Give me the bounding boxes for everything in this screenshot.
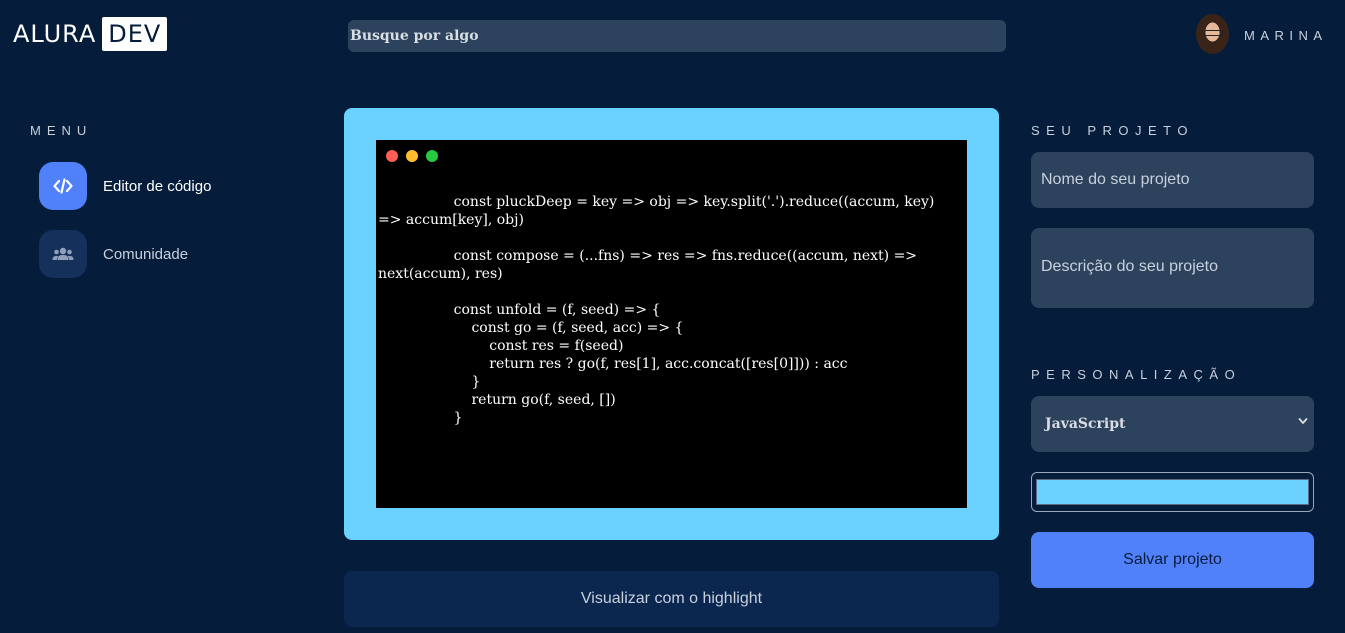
- color-swatch: [1036, 479, 1309, 505]
- username[interactable]: MARINA: [1244, 28, 1328, 43]
- window-controls: [386, 150, 438, 162]
- close-dot-icon: [386, 150, 398, 162]
- logo-badge: DEV: [102, 17, 168, 51]
- project-description-input[interactable]: [1031, 228, 1314, 308]
- language-select[interactable]: JavaScript: [1031, 396, 1314, 452]
- color-picker[interactable]: [1031, 472, 1314, 512]
- users-icon: [39, 230, 87, 278]
- logo[interactable]: ALURA DEV: [13, 17, 168, 51]
- menu-item-label: Editor de código: [103, 177, 212, 195]
- highlight-button[interactable]: Visualizar com o highlight: [344, 571, 999, 627]
- project-name-input[interactable]: [1031, 152, 1314, 208]
- search-input[interactable]: [348, 20, 1006, 52]
- code-editor[interactable]: const pluckDeep = key => obj => key.spli…: [376, 140, 967, 508]
- customization-section-title: PERSONALIZAÇÃO: [1031, 367, 1242, 382]
- code-content[interactable]: const pluckDeep = key => obj => key.spli…: [378, 193, 961, 427]
- save-project-button[interactable]: Salvar projeto: [1031, 532, 1314, 588]
- project-section-title: SEU PROJETO: [1031, 123, 1195, 138]
- menu-title: MENU: [30, 123, 93, 138]
- menu-item-code-editor[interactable]: Editor de código: [39, 162, 211, 210]
- chevron-down-icon: [1298, 418, 1308, 424]
- maximize-dot-icon: [426, 150, 438, 162]
- menu-item-community[interactable]: Comunidade: [39, 230, 188, 278]
- language-select-value: JavaScript: [1045, 416, 1126, 432]
- avatar[interactable]: [1196, 14, 1229, 54]
- menu-item-label: Comunidade: [103, 245, 189, 263]
- editor-frame: const pluckDeep = key => obj => key.spli…: [344, 108, 999, 540]
- code-icon: [39, 162, 87, 210]
- minimize-dot-icon: [406, 150, 418, 162]
- logo-text: ALURA: [13, 20, 97, 48]
